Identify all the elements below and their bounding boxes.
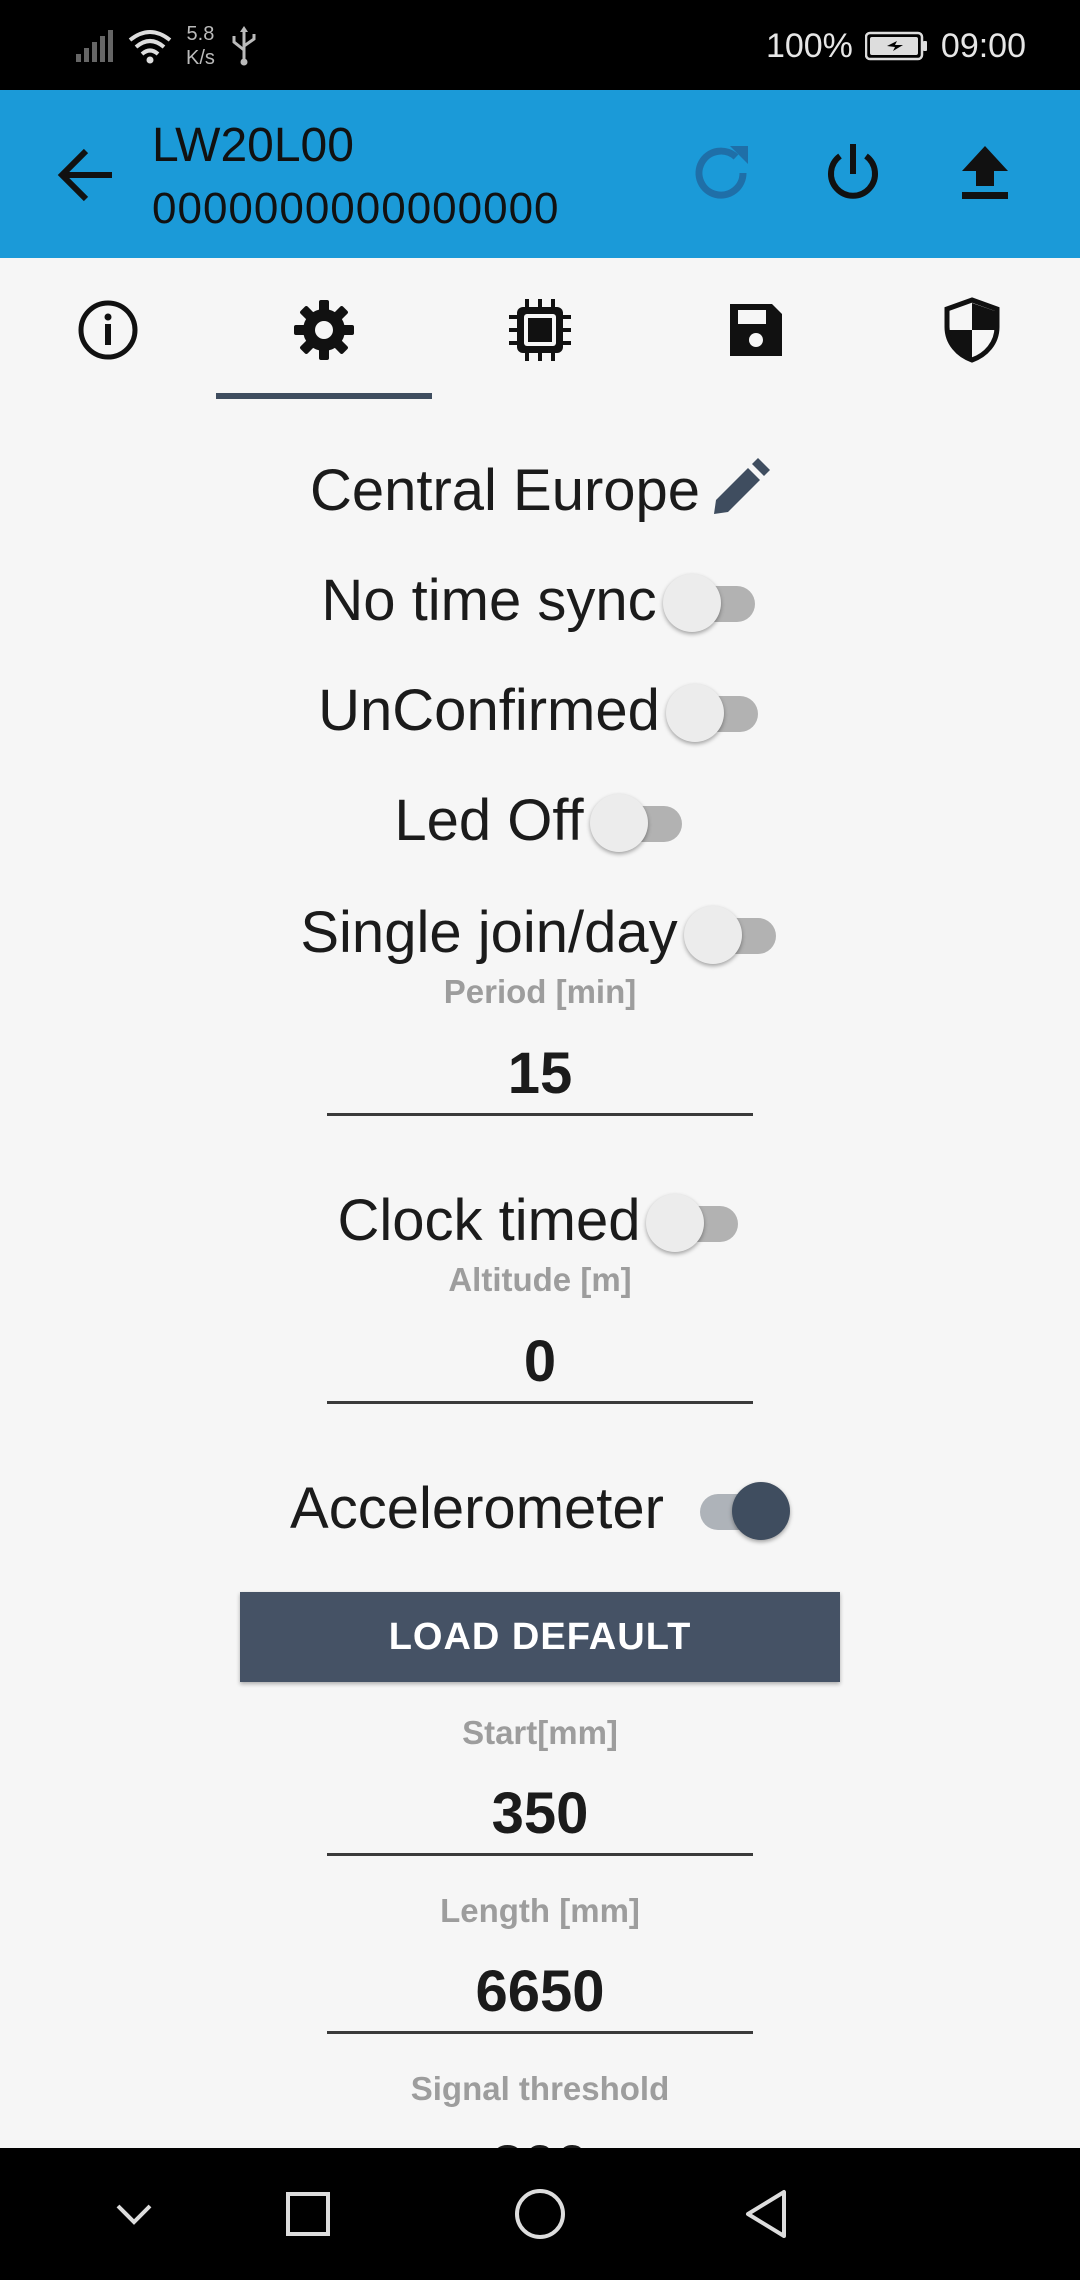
chip-icon (509, 299, 571, 361)
upload-icon[interactable] (950, 138, 1020, 208)
single-join-row: Single join/day (0, 892, 1080, 972)
tab-info[interactable] (0, 258, 216, 402)
accelerometer-row: Accelerometer (0, 1468, 1080, 1548)
signal-icon (76, 30, 113, 62)
back-arrow-icon[interactable] (52, 140, 122, 210)
start-input[interactable]: 350 (327, 1780, 753, 1856)
no-time-sync-row: No time sync (0, 560, 1080, 640)
power-icon[interactable] (818, 138, 888, 208)
clock-timed-row: Clock timed (0, 1180, 1080, 1260)
no-time-sync-label: No time sync (321, 567, 657, 633)
single-join-label: Single join/day (300, 899, 678, 965)
clock-timed-label: Clock timed (337, 1187, 641, 1253)
info-icon (78, 300, 138, 360)
unconfirmed-row: UnConfirmed (0, 670, 1080, 750)
start-label: Start[mm] (462, 1714, 618, 1751)
tab-bar (0, 258, 1080, 402)
signal-threshold-label: Signal threshold (410, 2070, 670, 2107)
refresh-icon[interactable] (686, 138, 756, 208)
gear-icon (294, 300, 354, 360)
length-input[interactable]: 6650 (327, 1958, 753, 2034)
clock-timed-toggle[interactable] (646, 1190, 742, 1252)
clock: 09:00 (940, 26, 1026, 65)
chevron-down-icon[interactable] (104, 2184, 164, 2244)
battery-percent: 100% (765, 26, 853, 65)
accelerometer-label: Accelerometer (290, 1475, 664, 1541)
period-label: Period [min] (443, 973, 637, 1010)
device-name: LW20L00 (152, 119, 354, 172)
recents-icon[interactable] (278, 2184, 338, 2244)
led-off-label: Led Off (394, 787, 584, 853)
period-input[interactable]: 15 (327, 1040, 753, 1116)
wifi-icon (128, 30, 172, 64)
save-icon (730, 304, 782, 356)
unconfirmed-toggle[interactable] (665, 680, 762, 742)
single-join-toggle[interactable] (683, 902, 780, 964)
system-nav-bar (0, 2148, 1080, 2280)
altitude-input[interactable]: 0 (327, 1328, 753, 1404)
accelerometer-toggle[interactable] (694, 1478, 790, 1540)
home-icon[interactable] (510, 2184, 570, 2244)
tab-settings[interactable] (216, 258, 432, 402)
battery-icon (864, 31, 927, 61)
tab-hardware[interactable] (432, 258, 648, 402)
network-speed: 5.8 K/s (186, 23, 215, 69)
tab-storage[interactable] (648, 258, 864, 402)
tab-security[interactable] (864, 258, 1080, 402)
altitude-label: Altitude [m] (448, 1261, 632, 1298)
usb-icon (232, 26, 256, 66)
unconfirmed-label: UnConfirmed (318, 677, 660, 743)
led-off-row: Led Off (0, 780, 1080, 860)
length-label: Length [mm] (440, 1892, 640, 1929)
load-default-button[interactable]: LOAD DEFAULT (240, 1592, 840, 1682)
region-label: Central Europe (309, 457, 701, 523)
pencil-icon[interactable] (706, 458, 771, 522)
led-off-toggle[interactable] (589, 790, 686, 852)
device-id: 0000000000000000 (152, 184, 560, 233)
status-bar: 5.8 K/s 100% 09:00 (0, 0, 1080, 90)
back-icon[interactable] (738, 2184, 798, 2244)
shield-icon (944, 297, 1000, 363)
selected-tab-indicator (216, 393, 432, 399)
region-row: Central Europe (0, 450, 1080, 530)
no-time-sync-toggle[interactable] (662, 570, 759, 632)
app-bar: LW20L00 0000000000000000 (0, 90, 1080, 258)
